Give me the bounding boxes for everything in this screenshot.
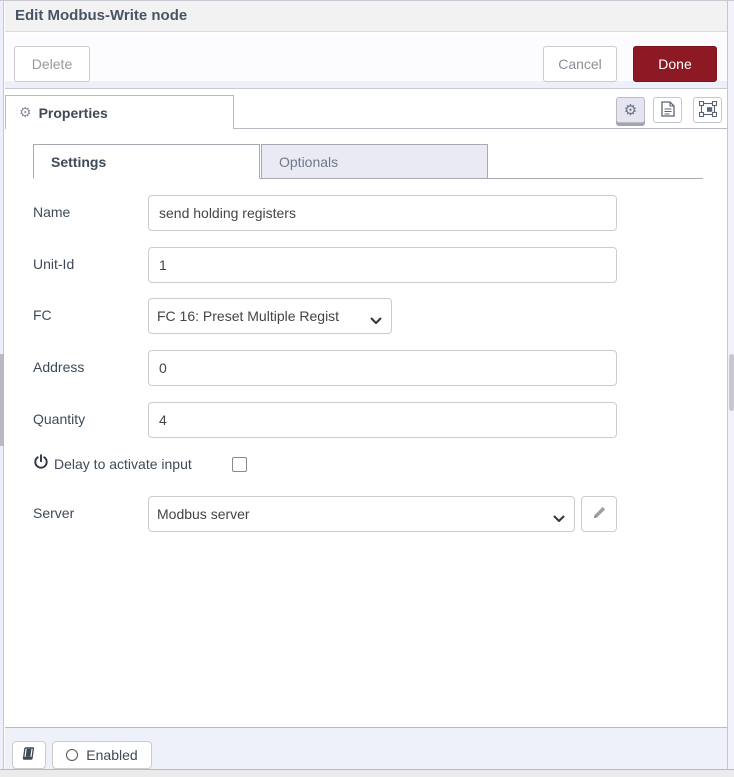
tab-optionals[interactable]: Optionals	[261, 144, 488, 179]
tab-settings[interactable]: Settings	[33, 144, 260, 179]
tab-optionals-label: Optionals	[279, 154, 338, 170]
dialog-title: Edit Modbus-Write node	[5, 1, 197, 30]
bottom-edge	[0, 769, 734, 777]
node-description-button[interactable]	[653, 97, 682, 123]
quantity-label: Quantity	[33, 411, 85, 427]
enabled-label: Enabled	[86, 747, 137, 763]
left-scrollbar[interactable]	[0, 1, 4, 769]
node-help-button[interactable]	[12, 741, 46, 769]
book-icon	[21, 746, 37, 764]
fc-select[interactable]: FC 16: Preset Multiple Regist	[148, 298, 392, 334]
address-field[interactable]	[148, 350, 617, 386]
quantity-field[interactable]	[148, 402, 617, 438]
left-scrollbar-thumb[interactable]	[0, 354, 4, 446]
edit-node-dialog: Edit Modbus-Write node Delete Cancel Don…	[0, 0, 734, 777]
right-scrollbar[interactable]	[727, 1, 734, 769]
node-appearance-button[interactable]	[693, 97, 722, 123]
appearance-icon	[699, 101, 717, 120]
circle-icon	[66, 749, 78, 761]
properties-tab-label: Properties	[39, 105, 108, 121]
tab-settings-label: Settings	[51, 154, 106, 170]
dialog-footer: Enabled	[5, 727, 727, 769]
delay-label: Delay to activate input	[54, 456, 192, 472]
properties-tab[interactable]: ⚙ Properties	[5, 95, 234, 129]
unit-id-field[interactable]	[148, 247, 617, 283]
node-settings-button[interactable]: ⚙	[616, 97, 645, 123]
toolbar-bottom-band	[5, 81, 727, 88]
unit-id-label: Unit-Id	[33, 256, 74, 272]
server-select-wrap: Modbus server	[148, 496, 575, 532]
name-label: Name	[33, 204, 70, 220]
server-label: Server	[33, 505, 74, 521]
done-button[interactable]: Done	[633, 46, 717, 82]
address-label: Address	[33, 359, 84, 375]
gear-icon: ⚙	[624, 101, 637, 119]
name-field[interactable]	[148, 195, 617, 231]
enabled-toggle-button[interactable]: Enabled	[52, 741, 152, 769]
fc-select-wrap: FC 16: Preset Multiple Regist	[148, 298, 392, 334]
dialog-toolbar: Delete Cancel Done	[5, 33, 727, 89]
delete-button[interactable]: Delete	[14, 46, 90, 82]
tabrow-divider	[234, 128, 727, 129]
server-select[interactable]: Modbus server	[148, 496, 575, 532]
dialog-titlebar: Edit Modbus-Write node	[5, 1, 727, 32]
cancel-button[interactable]: Cancel	[543, 46, 617, 82]
pencil-icon	[592, 505, 607, 523]
document-icon	[661, 101, 675, 120]
gear-icon: ⚙	[19, 104, 32, 121]
delay-checkbox[interactable]	[232, 457, 247, 472]
fc-label: FC	[33, 307, 52, 323]
edit-server-button[interactable]	[581, 496, 617, 532]
power-icon	[33, 454, 49, 470]
edit-tray: Edit Modbus-Write node Delete Cancel Don…	[5, 1, 727, 769]
right-scrollbar-thumb[interactable]	[729, 354, 734, 411]
